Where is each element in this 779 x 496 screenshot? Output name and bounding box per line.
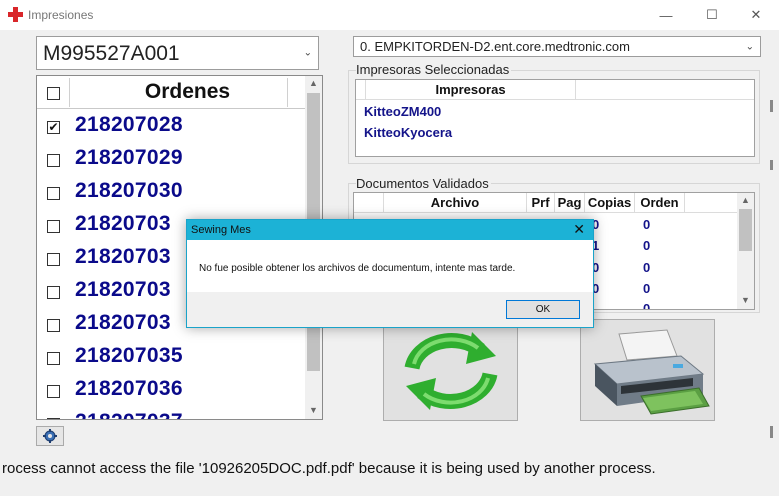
dialog-body: No fue posible obtener los archivos de d… bbox=[187, 240, 593, 292]
order-number: 21820703 bbox=[75, 311, 171, 334]
title-bar: Impresiones — ☐ ✕ bbox=[0, 0, 779, 30]
documents-group-label: Documentos Validados bbox=[356, 176, 491, 191]
scroll-down-icon[interactable]: ▼ bbox=[737, 295, 754, 305]
scroll-down-icon[interactable]: ▼ bbox=[305, 405, 322, 415]
error-dialog: Sewing Mes ✕ No fue posible obtener los … bbox=[186, 219, 594, 328]
order-number: 21820703 bbox=[75, 278, 171, 301]
red-cross-icon bbox=[8, 7, 23, 22]
orden-cell: 0 bbox=[643, 238, 651, 253]
server-select-value: 0. EMPKITORDEN-D2.ent.core.medtronic.com bbox=[360, 39, 630, 54]
order-checkbox[interactable] bbox=[47, 418, 60, 419]
copias-column-header: Copias bbox=[585, 193, 635, 213]
order-checkbox[interactable] bbox=[47, 187, 60, 200]
order-number: 218207036 bbox=[75, 377, 183, 400]
refresh-button[interactable] bbox=[383, 319, 518, 421]
order-select[interactable]: M995527A001 ⌄ bbox=[36, 36, 319, 70]
order-checkbox[interactable] bbox=[47, 154, 60, 167]
orden-column-header: Orden bbox=[635, 193, 685, 213]
order-row[interactable]: 218207035 bbox=[37, 341, 305, 374]
order-number: 218207030 bbox=[75, 179, 183, 202]
orden-cell: 0 bbox=[643, 217, 651, 232]
order-row[interactable]: 218207036 bbox=[37, 374, 305, 407]
dialog-close-icon[interactable]: ✕ bbox=[573, 221, 585, 238]
order-checkbox[interactable] bbox=[47, 319, 60, 332]
order-select-value: M995527A001 bbox=[43, 42, 180, 65]
printer-icon bbox=[593, 329, 710, 415]
scroll-up-icon[interactable]: ▲ bbox=[737, 195, 754, 205]
dialog-message: No fue posible obtener los archivos de d… bbox=[199, 263, 516, 274]
order-checkbox[interactable] bbox=[47, 220, 60, 233]
chevron-down-icon: ⌄ bbox=[745, 41, 754, 52]
close-button[interactable]: ✕ bbox=[733, 0, 779, 30]
order-checkbox[interactable] bbox=[47, 385, 60, 398]
orders-header: Ordenes bbox=[37, 76, 305, 109]
dialog-title-bar: Sewing Mes ✕ bbox=[187, 220, 593, 240]
orden-cell: 0 bbox=[643, 301, 651, 310]
dialog-title: Sewing Mes bbox=[191, 224, 251, 236]
orders-header-title: Ordenes bbox=[144, 80, 231, 103]
documents-scrollbar[interactable]: ▲ ▼ bbox=[737, 193, 754, 309]
green-refresh-arrows-icon bbox=[404, 332, 498, 410]
order-row[interactable]: 218207037 bbox=[37, 407, 305, 419]
order-checkbox[interactable] bbox=[47, 352, 60, 365]
dialog-footer: OK bbox=[187, 292, 593, 327]
order-number: 218207037 bbox=[75, 410, 183, 419]
minimize-button[interactable]: — bbox=[643, 0, 689, 30]
order-number: 21820703 bbox=[75, 245, 171, 268]
status-message: rocess cannot access the file '10926205D… bbox=[2, 460, 656, 477]
order-number: 218207029 bbox=[75, 146, 183, 169]
gear-icon bbox=[43, 429, 57, 443]
maximize-button[interactable]: ☐ bbox=[689, 0, 735, 30]
printer-row[interactable]: KitteoKyocera bbox=[364, 125, 452, 140]
orden-cell: 0 bbox=[643, 281, 651, 296]
order-checkbox[interactable] bbox=[47, 286, 60, 299]
prf-column-header: Prf bbox=[527, 193, 555, 213]
order-number: 218207035 bbox=[75, 344, 183, 367]
order-checkbox[interactable] bbox=[47, 253, 60, 266]
order-checkbox[interactable]: ✔ bbox=[47, 121, 60, 134]
server-select[interactable]: 0. EMPKITORDEN-D2.ent.core.medtronic.com… bbox=[353, 36, 761, 57]
pag-column-header: Pag bbox=[555, 193, 585, 213]
order-number: 21820703 bbox=[75, 212, 171, 235]
orden-cell: 0 bbox=[643, 260, 651, 275]
select-all-checkbox[interactable] bbox=[47, 87, 60, 100]
ok-button[interactable]: OK bbox=[506, 300, 580, 319]
order-row[interactable]: 218207029 bbox=[37, 143, 305, 176]
window-title: Impresiones bbox=[28, 8, 94, 22]
settings-button[interactable] bbox=[36, 426, 64, 446]
chevron-down-icon: ⌄ bbox=[303, 47, 312, 59]
documents-scroll-thumb[interactable] bbox=[739, 209, 752, 251]
printers-column-header: Impresoras bbox=[366, 80, 576, 100]
printers-grid: Impresoras KitteoZM400 KitteoKyocera bbox=[355, 79, 755, 157]
print-button[interactable] bbox=[580, 319, 715, 421]
order-number: 218207028 bbox=[75, 113, 183, 136]
printer-row[interactable]: KitteoZM400 bbox=[364, 104, 441, 119]
scroll-up-icon[interactable]: ▲ bbox=[305, 78, 322, 88]
order-row[interactable]: ✔ 218207028 bbox=[37, 110, 305, 143]
order-row[interactable]: 218207030 bbox=[37, 176, 305, 209]
printers-group-label: Impresoras Seleccionadas bbox=[356, 62, 512, 77]
archivo-column-header: Archivo bbox=[384, 193, 527, 213]
